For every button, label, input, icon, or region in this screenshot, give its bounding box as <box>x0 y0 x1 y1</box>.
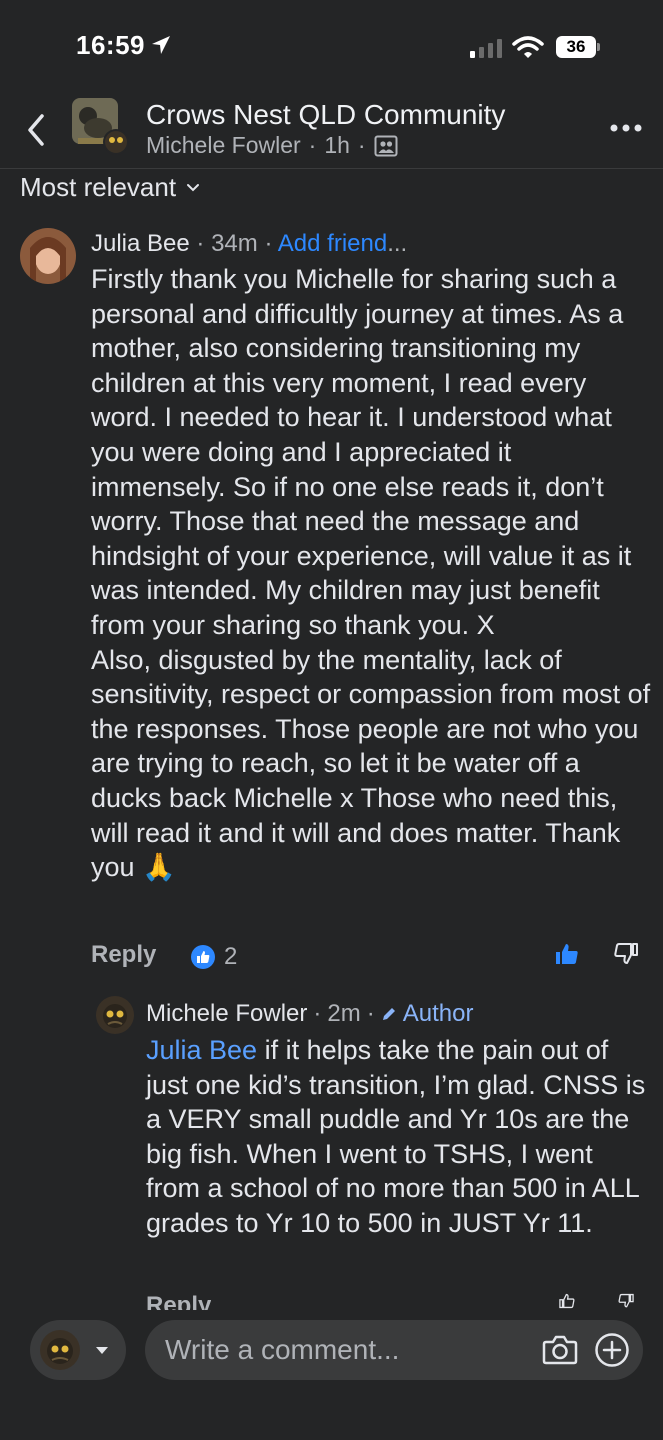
caret-down-icon[interactable] <box>94 1344 110 1356</box>
group-avatar[interactable] <box>72 98 130 156</box>
comment-text: Firstly thank you Michelle for sharing s… <box>91 262 651 885</box>
reply-time[interactable]: 2m <box>327 1000 360 1028</box>
wifi-icon <box>512 36 544 58</box>
like-reaction-icon <box>191 945 215 969</box>
downvote-icon[interactable] <box>612 940 640 968</box>
meta-separator: · <box>366 1000 375 1027</box>
reaction-summary[interactable]: 2 <box>190 943 237 971</box>
camera-icon[interactable] <box>542 1333 578 1367</box>
upvote-icon[interactable] <box>553 1292 581 1310</box>
reply-author-name[interactable]: Michele Fowler <box>146 1000 307 1028</box>
battery-level: 36 <box>566 37 586 56</box>
folded-hands-emoji: 🙏 <box>142 852 176 883</box>
post-author[interactable]: Michele Fowler <box>146 132 301 159</box>
reply-author-avatar[interactable] <box>96 996 134 1034</box>
author-badge: Author <box>402 1000 474 1027</box>
commenter-avatar[interactable] <box>20 228 76 284</box>
comment-time[interactable]: 34m <box>211 230 258 257</box>
meta-separator: · <box>264 230 273 257</box>
meta-separator: · <box>196 230 205 257</box>
post-meta: Michele Fowler · 1h · <box>146 132 398 159</box>
back-icon[interactable] <box>20 108 54 152</box>
more-options-icon[interactable] <box>608 118 644 138</box>
sort-label: Most relevant <box>20 172 177 202</box>
meta-separator: · <box>308 132 317 158</box>
reply-to-reply-button[interactable]: Reply <box>146 1292 211 1310</box>
meta-separator: · <box>357 132 366 158</box>
reply-text: Julia Bee if it helps take the pain out … <box>146 1033 646 1240</box>
add-friend-link[interactable]: Add friend <box>278 230 387 257</box>
comment-input[interactable] <box>165 1320 525 1380</box>
location-arrow-icon <box>152 36 170 54</box>
status-time: 16:59 <box>76 30 145 60</box>
battery-icon: 36 <box>556 36 600 58</box>
commenter-name[interactable]: Julia Bee <box>91 230 190 257</box>
group-audience-icon <box>374 135 398 156</box>
comment-paragraph-2: Also, disgusted by the mentality, lack o… <box>91 644 651 883</box>
reply-header: Michele Fowler · 2m · Author <box>146 1000 473 1028</box>
mention-link[interactable]: Julia Bee <box>146 1035 257 1065</box>
pencil-icon <box>382 1008 395 1020</box>
reply-text-content: if it helps take the pain out of just on… <box>146 1035 646 1238</box>
comment-more-button[interactable]: ... <box>387 230 407 257</box>
current-user-avatar[interactable] <box>40 1330 80 1370</box>
post-time[interactable]: 1h <box>324 132 350 159</box>
header-divider <box>0 168 663 169</box>
sort-dropdown[interactable]: Most relevant <box>20 172 200 203</box>
group-name[interactable]: Crows Nest QLD Community <box>146 99 505 131</box>
comment-paragraph: Firstly thank you Michelle for sharing s… <box>91 264 632 640</box>
comment-header: Julia Bee · 34m · Add friend... <box>91 230 407 258</box>
reply-button[interactable]: Reply <box>91 941 156 969</box>
upvote-icon[interactable] <box>553 940 581 968</box>
signal-icon <box>470 39 502 58</box>
reaction-count: 2 <box>224 943 238 970</box>
meta-separator: · <box>313 1000 322 1027</box>
add-circle-icon[interactable] <box>594 1332 630 1368</box>
chevron-down-icon <box>187 183 200 191</box>
downvote-icon[interactable] <box>612 1292 640 1310</box>
